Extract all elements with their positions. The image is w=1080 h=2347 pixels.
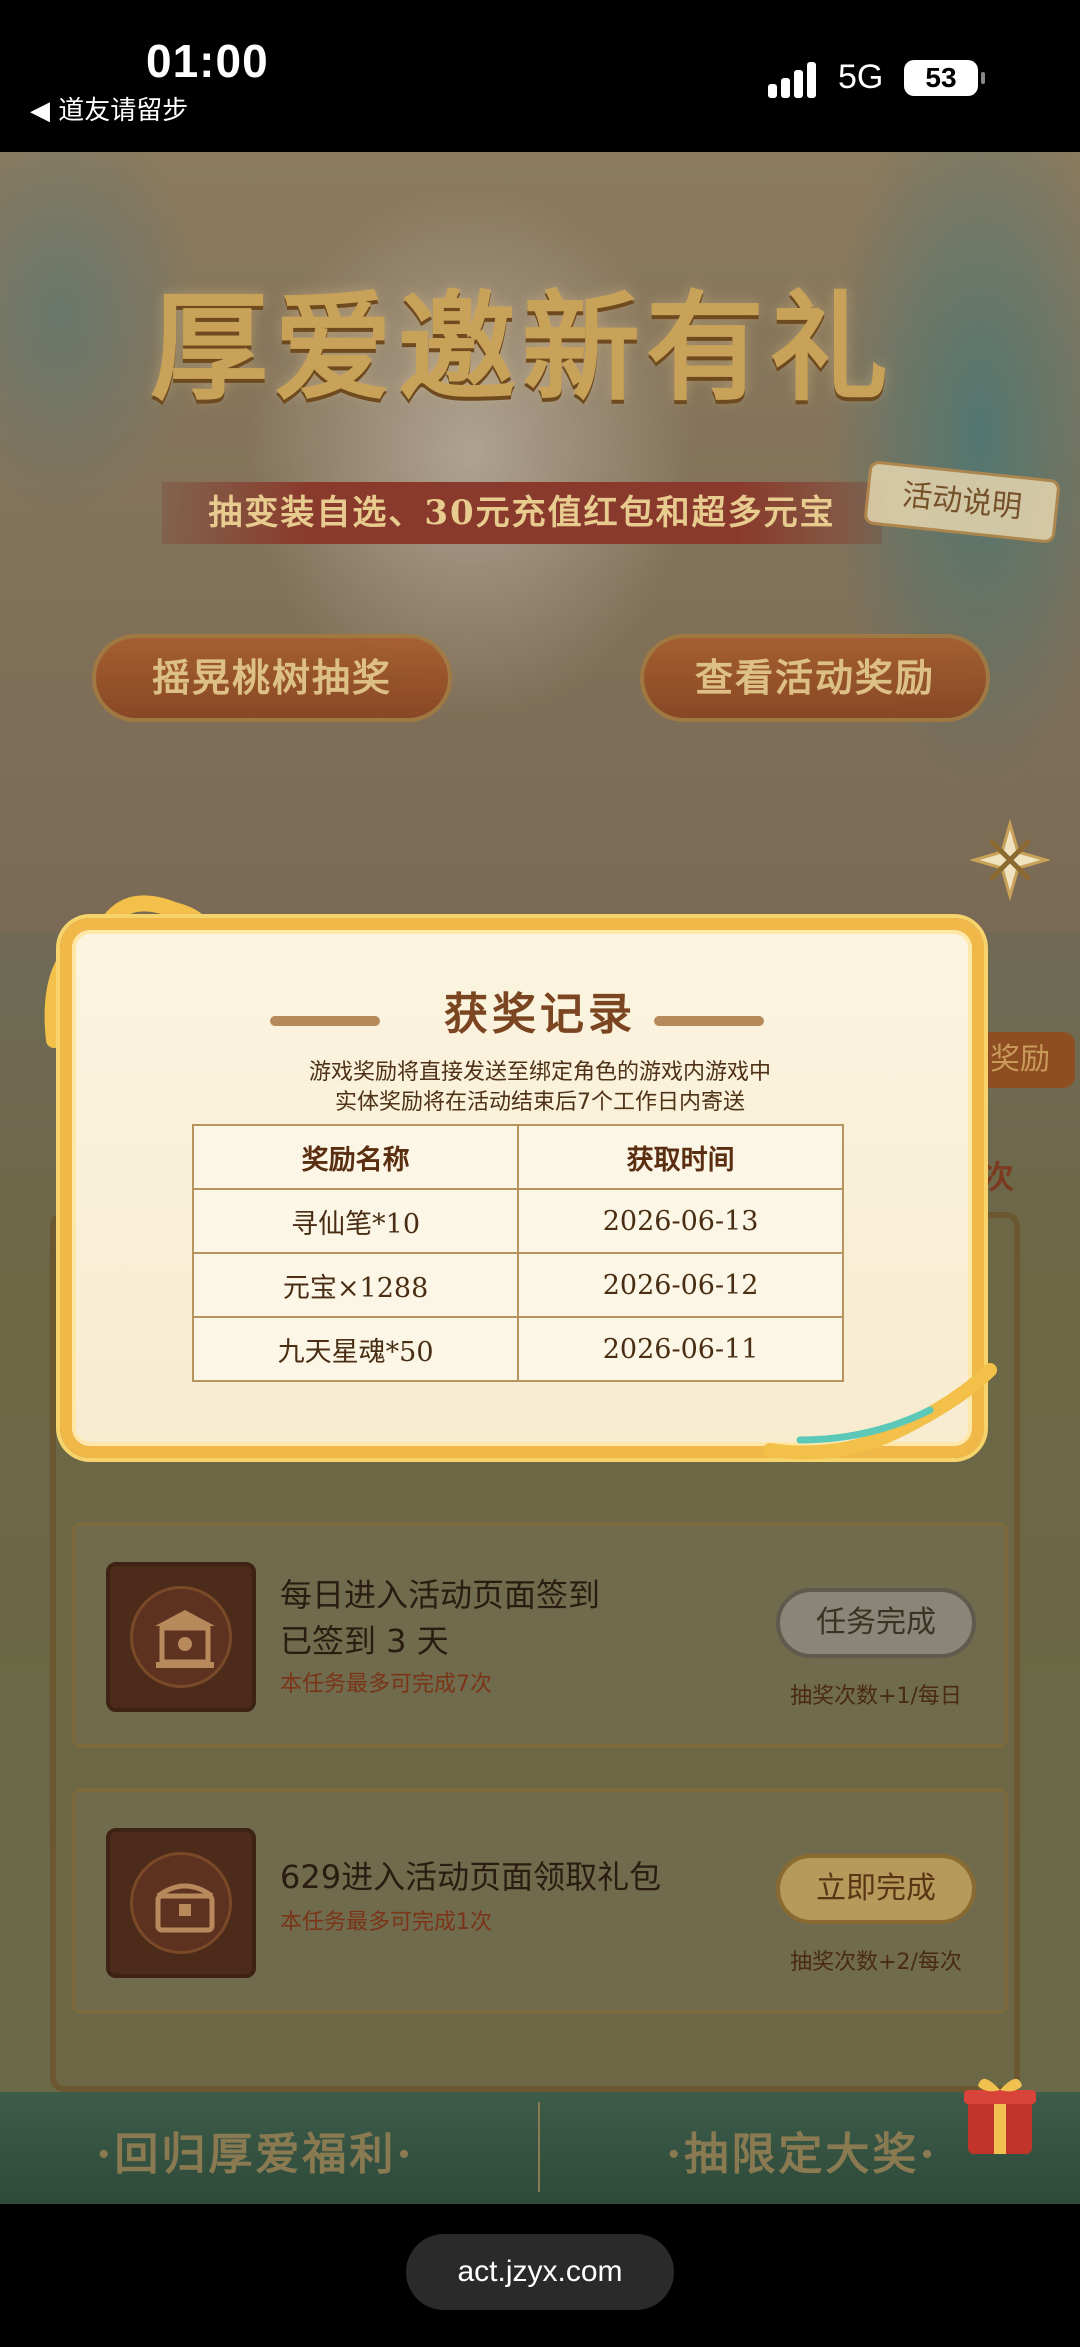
column-header-obtain-time: 获取时间	[517, 1124, 844, 1190]
obtain-time-cell: 2026-06-12	[517, 1252, 844, 1318]
url-bar[interactable]: act.jzyx.com	[406, 2234, 674, 2310]
table-row: 九天星魂*50 2026-06-11	[191, 1316, 844, 1382]
status-bar: 01:00 ◀ 道友请留步 5G 53	[0, 0, 1080, 152]
reward-name-cell: 寻仙笔*10	[191, 1188, 520, 1254]
gift-box-icon[interactable]	[960, 2068, 1040, 2158]
treasure-chest-icon	[106, 1828, 256, 1978]
dialog-note-line1: 游戏奖励将直接发送至绑定角色的游戏内游戏中	[308, 1060, 771, 1085]
task-reward-label: 抽奖次数+1/每日	[790, 1684, 962, 1709]
side-count-label: 次	[982, 1158, 1015, 1196]
obtain-time-cell: 2026-06-13	[517, 1188, 844, 1254]
task-limit: 本任务最多可完成7次	[280, 1672, 492, 1697]
complete-now-button[interactable]: 立即完成	[776, 1854, 976, 1924]
table-row: 寻仙笔*10 2026-06-13	[191, 1188, 844, 1254]
reward-name-cell: 元宝×1288	[191, 1252, 520, 1318]
network-type: 5G	[838, 58, 884, 96]
shrine-icon	[106, 1562, 256, 1712]
dialog-note-line2: 实体奖励将在活动结束后7个工作日内寄送	[335, 1090, 745, 1115]
hero-title: 厚爱邀新有礼	[150, 278, 895, 417]
dialog-title: 获奖记录	[444, 989, 636, 1040]
cloud-ornament-icon	[763, 1363, 997, 1460]
hero-subtitle: 抽变装自选、30元充值红包和超多元宝	[162, 482, 882, 544]
status-time: 01:00	[146, 35, 269, 87]
column-header-reward-name: 奖励名称	[191, 1124, 520, 1190]
limited-prize-tab[interactable]: ·抽限定大奖·	[666, 2118, 938, 2182]
table-row: 元宝×1288 2026-06-12	[191, 1252, 844, 1318]
table-header-row: 奖励名称 获取时间	[191, 1124, 844, 1190]
battery-icon: 53	[904, 60, 985, 96]
award-records-table: 奖励名称 获取时间 寻仙笔*10 2026-06-13 元宝×1288 2026…	[191, 1124, 844, 1382]
back-to-app-link[interactable]: ◀ 道友请留步	[30, 90, 188, 127]
task-title: 629进入活动页面领取礼包	[280, 1858, 662, 1896]
task-card-gift-pack: 629进入活动页面领取礼包 本任务最多可完成1次 立即完成 抽奖次数+2/每次	[72, 1788, 1008, 2014]
task-reward-label: 抽奖次数+2/每次	[790, 1950, 962, 1975]
signal-icon	[768, 60, 824, 98]
task-complete-button[interactable]: 任务完成	[776, 1588, 976, 1658]
close-icon[interactable]	[970, 820, 1050, 900]
return-benefits-tab[interactable]: ·回归厚爱福利·	[96, 2118, 415, 2182]
reward-name-cell: 九天星魂*50	[191, 1316, 520, 1382]
task-card-daily-signin: 每日进入活动页面签到 已签到 3 天 本任务最多可完成7次 任务完成 抽奖次数+…	[72, 1522, 1008, 1748]
task-limit: 本任务最多可完成1次	[280, 1910, 492, 1935]
shake-tree-lottery-button[interactable]: 摇晃桃树抽奖	[92, 634, 452, 722]
view-rewards-button[interactable]: 查看活动奖励	[640, 634, 990, 722]
bottom-banner: ·回归厚爱福利· ·抽限定大奖·	[0, 2078, 1080, 2204]
browser-address-area: act.jzyx.com	[0, 2204, 1080, 2347]
banner-divider	[538, 2102, 540, 2192]
task-title: 每日进入活动页面签到	[280, 1576, 601, 1614]
task-progress: 已签到 3 天	[280, 1622, 449, 1660]
